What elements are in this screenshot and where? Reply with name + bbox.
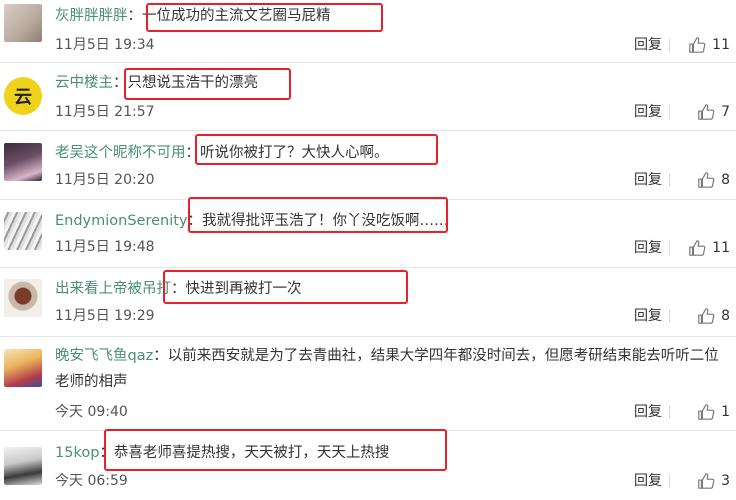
like-button[interactable]: 3: [682, 471, 730, 491]
avatar[interactable]: [4, 143, 42, 181]
commenter-name[interactable]: EndymionSerenity: [55, 213, 188, 229]
thumbs-up-icon: [698, 308, 715, 324]
thumbs-up-icon: [698, 172, 715, 188]
commenter-name[interactable]: 晚安飞飞鱼qaz: [55, 348, 153, 364]
comment-date: 11月5日 21:57: [55, 104, 155, 120]
commenter-name[interactable]: 云中楼主: [55, 75, 113, 91]
like-count: 3: [721, 473, 730, 489]
name-separator: ：: [153, 348, 168, 364]
reply-button[interactable]: 回复: [634, 35, 662, 55]
comment-date: 11月5日 19:48: [55, 239, 155, 255]
comment-date: 今天 09:40: [55, 404, 128, 420]
reply-button[interactable]: 回复: [634, 402, 662, 422]
commenter-name[interactable]: 灰胖胖胖胖: [55, 8, 128, 24]
divider: [669, 38, 670, 52]
thumbs-up-icon: [698, 104, 715, 120]
avatar[interactable]: [4, 349, 42, 387]
comment-item: 出来看上帝被吊打：快进到再被打一次 11月5日 19:29 回复 8: [0, 268, 736, 336]
divider: [669, 241, 670, 255]
like-count: 8: [721, 308, 730, 324]
commenter-name[interactable]: 老吴这个昵称不可用: [55, 145, 186, 161]
like-button[interactable]: 8: [682, 306, 730, 326]
comment-item: 云 云中楼主：只想说玉浩干的漂亮 11月5日 21:57 回复 7: [0, 63, 736, 130]
like-button[interactable]: 7: [682, 102, 730, 122]
thumbs-up-icon: [698, 404, 715, 420]
reply-button[interactable]: 回复: [634, 170, 662, 190]
avatar[interactable]: [4, 447, 42, 485]
comment-item: 15kop：恭喜老师喜提热搜，天天被打，天天上热搜 今天 06:59 回复 3: [0, 429, 736, 500]
avatar[interactable]: [4, 212, 42, 250]
reply-button[interactable]: 回复: [634, 471, 662, 491]
avatar[interactable]: [4, 4, 42, 42]
comment-date: 11月5日 19:34: [55, 37, 155, 53]
avatar[interactable]: 云: [4, 77, 42, 115]
highlight-box: [188, 197, 448, 233]
reply-button[interactable]: 回复: [634, 238, 662, 258]
avatar[interactable]: [4, 279, 42, 317]
name-separator: ：: [127, 8, 143, 24]
like-count: 11: [712, 37, 730, 53]
comment-date: 今天 06:59: [55, 473, 128, 489]
like-count: 8: [721, 172, 730, 188]
thumbs-up-icon: [689, 37, 706, 53]
like-count: 1: [721, 404, 730, 420]
svg-text:云: 云: [14, 87, 32, 108]
comment-item: 灰胖胖胖胖：一位成功的主流文艺圈马屁精 11月5日 19:34 回复 11: [0, 0, 736, 62]
like-button[interactable]: 1: [682, 402, 730, 422]
comment-date: 11月5日 20:20: [55, 172, 155, 188]
thumbs-up-icon: [698, 473, 715, 489]
like-count: 11: [712, 240, 730, 256]
comment-item: EndymionSerenity：我就得批评玉浩了！你丫没吃饭啊…… 11月5日…: [0, 197, 736, 267]
highlight-box: [146, 3, 383, 32]
divider: [669, 173, 670, 187]
divider: [669, 105, 670, 119]
comment-item: 老吴这个昵称不可用：听说你被打了？大快人心啊。 11月5日 20:20 回复 8: [0, 131, 736, 199]
highlight-box: [104, 429, 447, 471]
highlight-box: [124, 68, 291, 100]
reply-button[interactable]: 回复: [634, 306, 662, 326]
like-button[interactable]: 11: [682, 238, 730, 258]
commenter-name[interactable]: 出来看上帝被吊打: [55, 281, 171, 297]
comment-item: 晚安飞飞鱼qaz：以前来西安就是为了去青曲社，结果大学四年都没时间去，但愿考研结…: [0, 337, 736, 430]
like-button[interactable]: 8: [682, 170, 730, 190]
comment-date: 11月5日 19:29: [55, 308, 155, 324]
commenter-name[interactable]: 15kop: [55, 445, 99, 461]
divider: [669, 309, 670, 323]
divider: [669, 405, 670, 419]
highlight-box: [163, 270, 408, 304]
divider: [669, 474, 670, 488]
like-count: 7: [721, 104, 730, 120]
like-button[interactable]: 11: [682, 35, 730, 55]
thumbs-up-icon: [689, 240, 706, 256]
reply-button[interactable]: 回复: [634, 102, 662, 122]
highlight-box: [195, 134, 438, 165]
